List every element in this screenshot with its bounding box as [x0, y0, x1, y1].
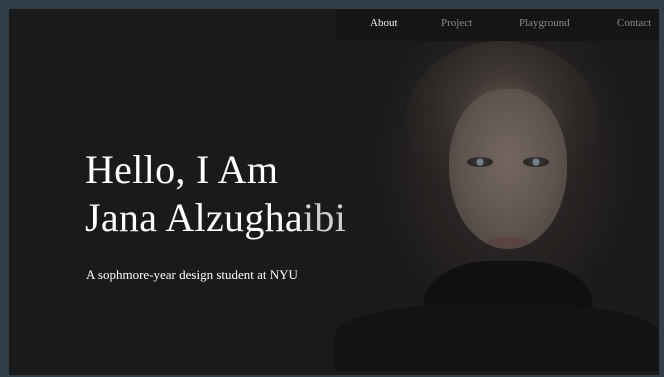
- nav-item-about[interactable]: About: [370, 17, 398, 29]
- hero-heading: Hello, I Am Jana Alzughaibi: [85, 146, 346, 242]
- hero-name-main: Jana Alzugha: [85, 195, 303, 240]
- hero-subtitle: A sophmore-year design student at NYU: [86, 267, 298, 282]
- hero-greeting: Hello, I Am: [85, 147, 279, 192]
- portrait-photo: [335, 41, 659, 371]
- hero-name: Jana Alzughaibi: [85, 194, 346, 242]
- nav-item-contact[interactable]: Contact: [617, 17, 651, 29]
- page-frame: About Project Playground Contact Hello, …: [9, 9, 659, 375]
- hero-name-end: ibi: [302, 195, 347, 240]
- top-nav: About Project Playground Contact: [335, 9, 659, 41]
- nav-item-playground[interactable]: Playground: [519, 17, 570, 29]
- portrait-shade: [335, 41, 659, 371]
- nav-item-project[interactable]: Project: [441, 17, 472, 29]
